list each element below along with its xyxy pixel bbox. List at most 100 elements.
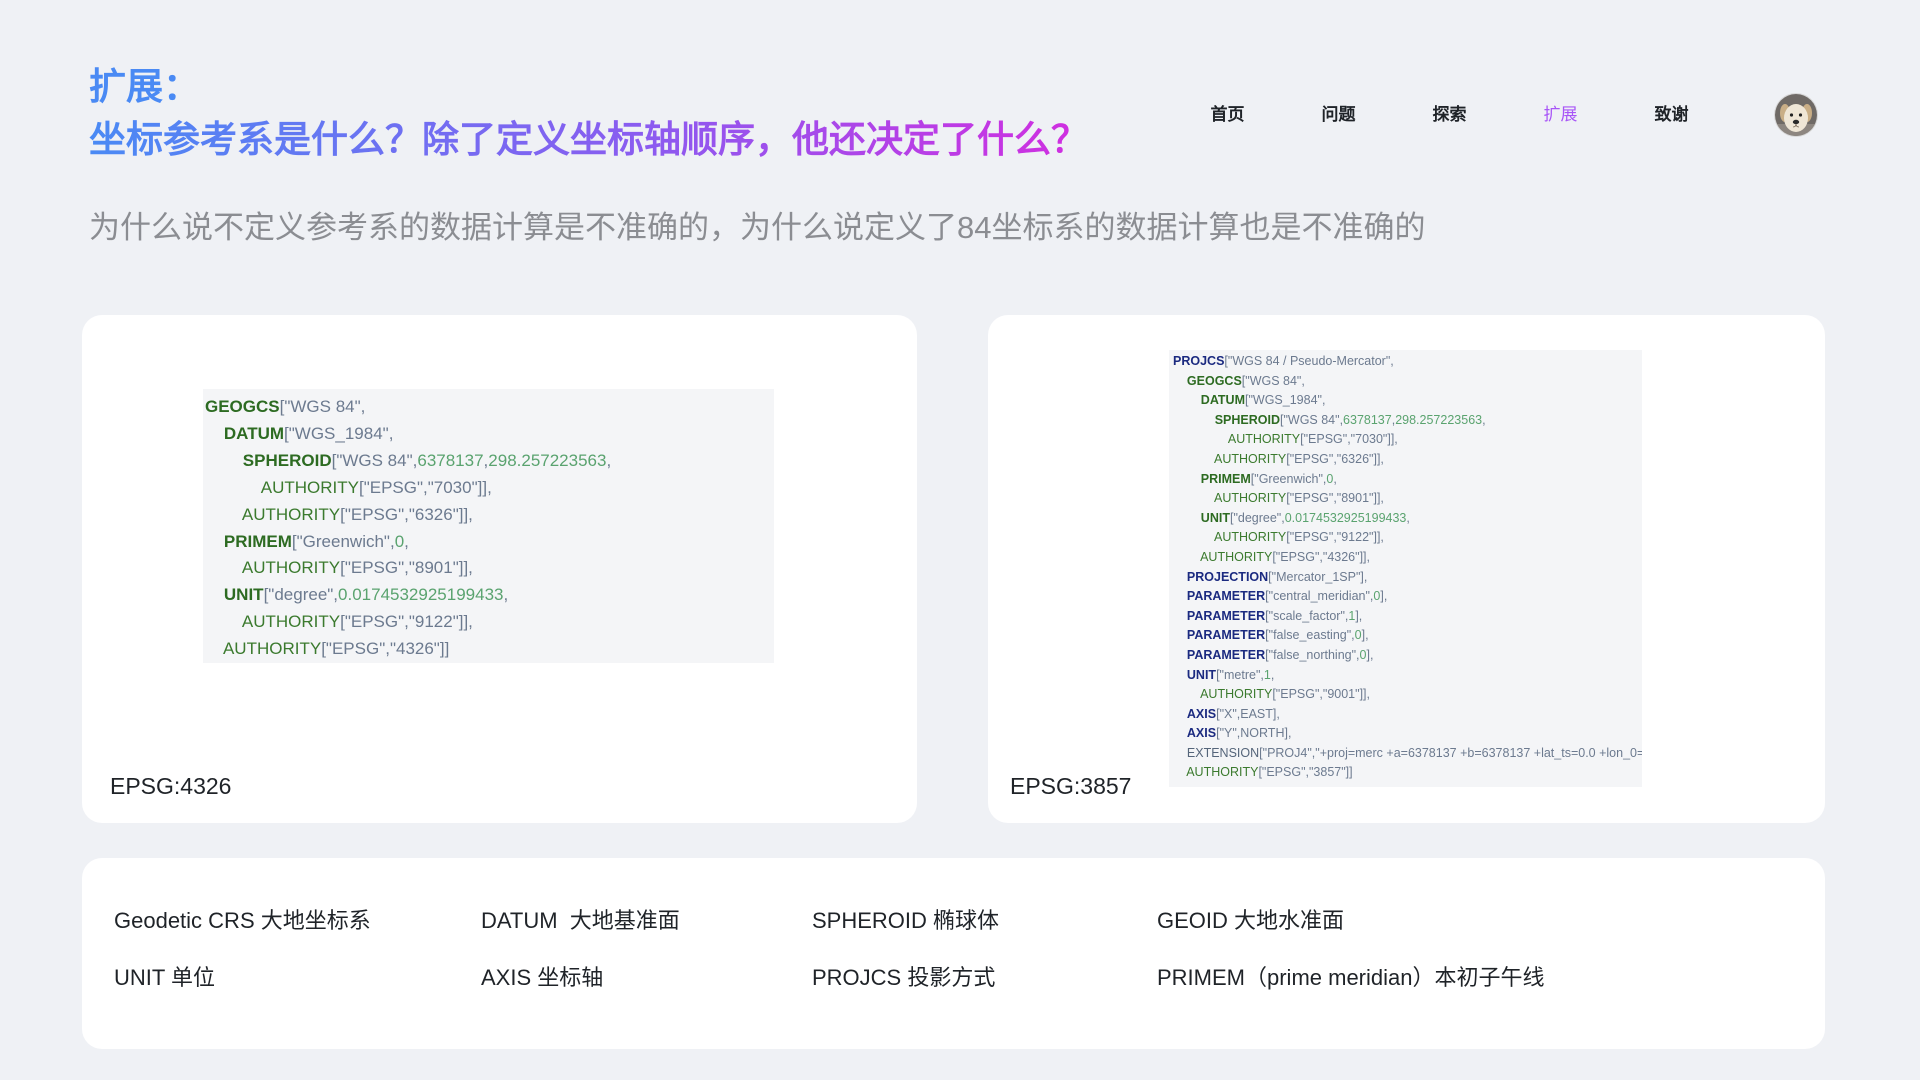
code-text: ["WGS 84", [1241,373,1305,388]
code-text: ], [1361,628,1369,643]
code-text: ["scale_factor", [1265,608,1349,623]
epsg3857-card: PROJCS["WGS 84 / Pseudo-Mercator", GEOGC… [988,315,1825,823]
code-authority: AUTHORITY [1214,491,1287,506]
code-text: ], [1355,608,1363,623]
code-number: 0.0174532925199433 [1284,510,1407,525]
code-line: AUTHORITY["EPSG","6326"]], [205,502,774,529]
nav-item-home[interactable]: 首页 [1172,103,1283,127]
code-text: ["WGS 84", [279,397,366,416]
code-text: ["X",EAST], [1216,706,1280,721]
code-keyword-proj: PROJECTION [1186,569,1269,584]
code-text: ["WGS 84", [331,450,418,470]
avatar[interactable] [1775,94,1817,136]
nav-item-extension[interactable]: 扩展 [1505,103,1616,127]
code-text: ], [1366,647,1374,662]
code-line: SPHEROID["WGS 84",6378137,298.257223563, [205,448,774,475]
code-line: AUTHORITY["EPSG","8901"]], [205,555,774,582]
code-line: GEOGCS["WGS 84", [1173,372,1642,392]
code-line: AUTHORITY["EPSG","9122"]], [205,609,774,636]
code-text: ], [1380,589,1388,604]
code-text: ["Greenwich", [291,531,395,551]
code-authority: AUTHORITY [241,612,341,632]
code-authority: AUTHORITY [1200,549,1273,564]
code-line: PRIMEM["Greenwich",0, [1173,470,1642,490]
glossary-term: Geodetic CRS 大地坐标系 [114,908,371,933]
code-keyword: DATUM [223,423,285,443]
page-subtitle: 为什么说不定义参考系的数据计算是不准确的，为什么说定义了84坐标系的数据计算也是… [89,210,1426,245]
code-line: AUTHORITY["EPSG","6326"]], [1173,450,1642,470]
glossary-term: DATUM 大地基准面 [481,908,680,933]
code-text: ["EPSG","9122"]], [340,612,473,632]
code-line: PROJECTION["Mercator_1SP"], [1173,568,1642,588]
glossary-card: Geodetic CRS 大地坐标系 DATUM 大地基准面 SPHEROID … [82,858,1825,1049]
nav-item-thanks[interactable]: 致谢 [1616,103,1727,127]
code-line: UNIT["degree",0.0174532925199433, [1173,509,1642,529]
code-keyword: UNIT [223,585,264,605]
code-keyword: DATUM [1200,393,1245,408]
code-keyword-proj: AXIS [1186,726,1217,741]
epsg4326-card: GEOGCS["WGS 84", DATUM["WGS_1984", SPHER… [82,315,917,823]
code-extension: EXTENSION [1186,745,1260,760]
code-number: 6378137 [417,450,484,470]
wkt-code-block-4326: GEOGCS["WGS 84", DATUM["WGS_1984", SPHER… [203,389,774,663]
code-line: AXIS["Y",NORTH], [1173,724,1642,744]
code-authority: AUTHORITY [1186,765,1259,780]
code-text: , [503,585,509,605]
code-number: 0 [1354,628,1362,643]
code-text: ["EPSG","4326"]] [321,639,450,659]
code-keyword: PRIMEM [223,531,292,551]
code-text: ["WGS 84", [1279,412,1344,427]
code-line: SPHEROID["WGS 84",6378137,298.257223563, [1173,411,1642,431]
nav-item-explore[interactable]: 探索 [1394,103,1505,127]
code-text: ["EPSG","7030"]], [358,477,492,497]
code-keyword: GEOGCS [1186,373,1242,388]
code-line: AUTHORITY["EPSG","8901"]], [1173,489,1642,509]
code-line: PRIMEM["Greenwich",0, [205,529,774,556]
code-text: ["EPSG","8901"]], [1286,491,1384,506]
code-number: 0 [394,531,405,551]
code-keyword-proj: AXIS [1186,706,1217,721]
code-authority: AUTHORITY [1227,432,1301,447]
code-keyword-proj: PROJCS [1173,354,1225,368]
glossary-term: GEOID 大地水准面 [1157,908,1345,933]
code-line: AXIS["X",EAST], [1173,705,1642,725]
code-line: PARAMETER["false_easting",0], [1173,626,1642,646]
code-line: AUTHORITY["EPSG","4326"]], [1173,548,1642,568]
code-text: , [404,531,409,551]
code-line: PARAMETER["central_meridian",0], [1173,587,1642,607]
code-text: ["false_easting", [1265,628,1355,643]
code-authority: AUTHORITY [1200,687,1273,702]
nav-item-questions[interactable]: 问题 [1283,103,1394,127]
code-line: AUTHORITY["EPSG","9001"]], [1173,685,1642,705]
code-authority: AUTHORITY [241,558,341,578]
code-line: PARAMETER["false_northing",0], [1173,646,1642,666]
card-label-epsg3857: EPSG:3857 [1010,773,1132,799]
code-line: AUTHORITY["EPSG","3857"]] [1173,763,1642,783]
code-text: , [1482,412,1486,427]
page-title-question: 坐标参考系是什么？除了定义坐标轴顺序，他还决定了什么？ [89,113,1088,166]
code-keyword: GEOGCS [205,397,280,416]
code-keyword: PRIMEM [1200,471,1251,486]
code-text: ["metre", [1216,667,1264,682]
code-text: , [1333,471,1337,486]
code-number: 298.257223563 [488,450,607,470]
